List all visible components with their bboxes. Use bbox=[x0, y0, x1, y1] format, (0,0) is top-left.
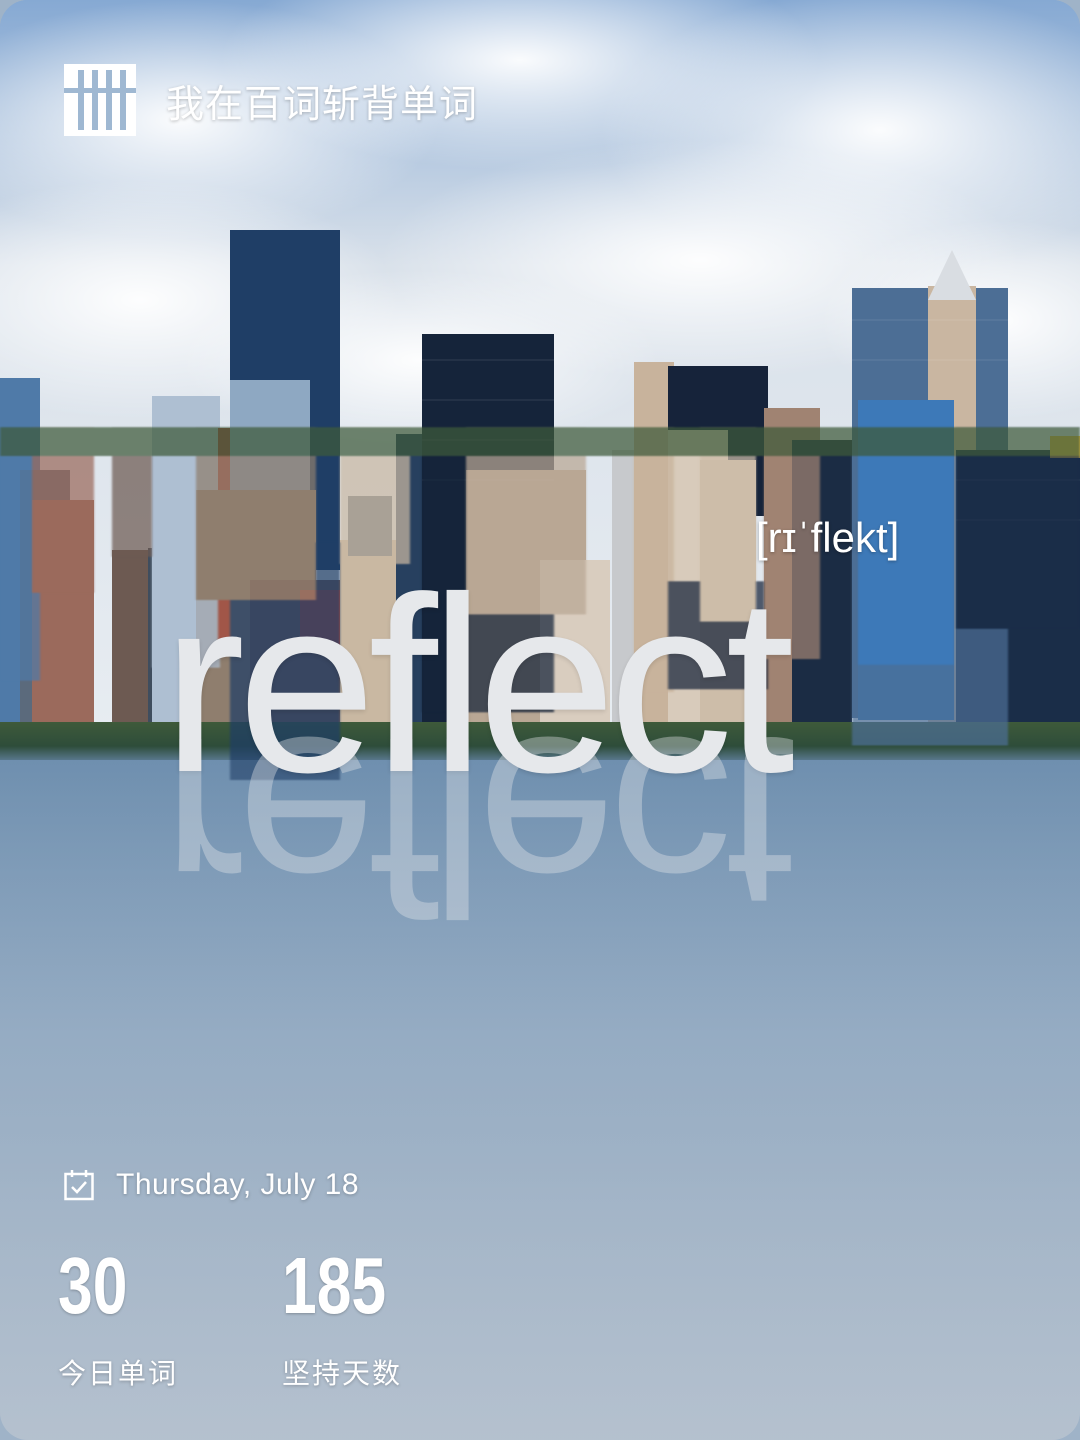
share-card: 我在百词斩背单词 [rɪˈflekt] reflect reflect Thur… bbox=[0, 0, 1080, 1440]
word-reflection: reflect bbox=[162, 686, 787, 965]
date-row: Thursday, July 18 bbox=[64, 1168, 359, 1202]
date-text: Thursday, July 18 bbox=[116, 1168, 360, 1201]
today-words-count: 30 bbox=[58, 1241, 128, 1330]
baicizhan-logo-icon bbox=[64, 64, 136, 136]
app-tagline: 我在百词斩背单词 bbox=[166, 81, 479, 126]
calendar-check-icon bbox=[64, 1170, 94, 1201]
today-words-label: 今日单词 bbox=[58, 1357, 179, 1390]
stat-streak-days: 185 坚持天数 bbox=[282, 1246, 415, 1392]
streak-days-count: 185 bbox=[282, 1241, 387, 1330]
stat-today-words: 30 今日单词 bbox=[58, 1246, 178, 1392]
app-brand: 我在百词斩背单词 bbox=[64, 64, 478, 136]
streak-days-label: 坚持天数 bbox=[282, 1357, 403, 1390]
